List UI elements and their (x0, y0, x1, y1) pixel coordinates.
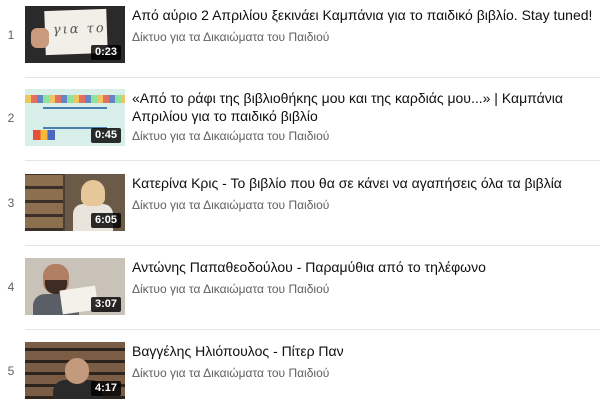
duration-badge: 0:45 (90, 128, 121, 143)
channel-name[interactable]: Δίκτυο για τα Δικαιώματα του Παιδιού (132, 366, 594, 380)
channel-name[interactable]: Δίκτυο για τα Δικαιώματα του Παιδιού (132, 282, 594, 296)
list-item[interactable]: 1 για το 0:23 Από αύριο 2 Απριλίου ξεκιν… (0, 6, 600, 78)
duration-badge: 6:05 (90, 213, 121, 228)
channel-name[interactable]: Δίκτυο για τα Δικαιώματα του Παιδιού (132, 30, 594, 44)
video-title[interactable]: Βαγγέλης Ηλιόπουλος - Πίτερ Παν (132, 342, 594, 360)
video-thumbnail[interactable]: 0:45 (25, 89, 125, 146)
list-item[interactable]: 2 0:45 «Από το ράφι της βιβλιοθήκης μου … (0, 89, 600, 161)
channel-name[interactable]: Δίκτυο για τα Δικαιώματα του Παιδιού (132, 129, 594, 143)
list-item[interactable]: 5 4:17 Βαγγέλης Ηλιόπουλος - Πίτερ Παν Δ… (0, 342, 600, 400)
list-item[interactable]: 4 3:07 Αντώνης Παπαθεοδούλου - Παραμύθια… (0, 258, 600, 330)
video-thumbnail[interactable]: 3:07 (25, 258, 125, 315)
item-index: 4 (7, 280, 15, 294)
duration-badge: 3:07 (90, 297, 121, 312)
video-title[interactable]: Από αύριο 2 Απριλίου ξεκινάει Καμπάνια γ… (132, 6, 594, 24)
item-index: 2 (7, 111, 15, 125)
video-thumbnail[interactable]: 4:17 (25, 342, 125, 399)
video-title[interactable]: «Από το ράφι της βιβλιοθήκης μου και της… (132, 89, 594, 125)
channel-name[interactable]: Δίκτυο για τα Δικαιώματα του Παιδιού (132, 198, 594, 212)
item-index: 1 (7, 28, 15, 42)
video-title[interactable]: Κατερίνα Κρις - Το βιβλίο που θα σε κάνε… (132, 174, 594, 192)
item-index: 3 (7, 196, 15, 210)
video-thumbnail[interactable]: 6:05 (25, 174, 125, 231)
playlist: 1 για το 0:23 Από αύριο 2 Απριλίου ξεκιν… (0, 0, 600, 400)
video-title[interactable]: Αντώνης Παπαθεοδούλου - Παραμύθια από το… (132, 258, 594, 276)
duration-badge: 0:23 (90, 45, 121, 60)
video-thumbnail[interactable]: για το 0:23 (25, 6, 125, 63)
list-item[interactable]: 3 6:05 Κατερίνα Κρις - Το βιβλίο που θα … (0, 174, 600, 246)
item-index: 5 (7, 364, 15, 378)
duration-badge: 4:17 (90, 381, 121, 396)
